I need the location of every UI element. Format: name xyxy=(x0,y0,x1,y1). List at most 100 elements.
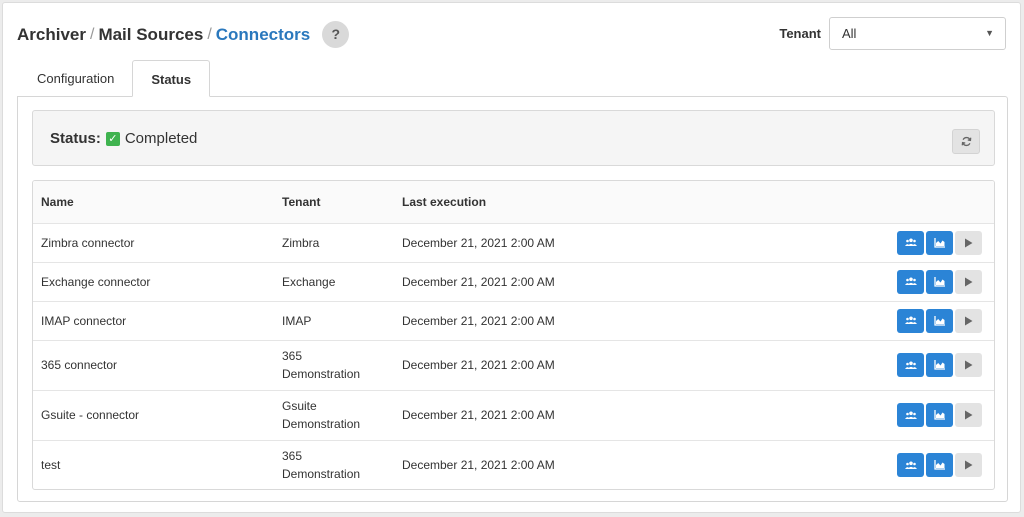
chart-button[interactable] xyxy=(926,453,953,478)
connector-last-execution: December 21, 2021 2:00 AM xyxy=(394,389,764,440)
table-row: test 365 Demonstration December 21, 2021 … xyxy=(33,439,994,489)
status-label: Status: xyxy=(50,130,101,147)
connector-name: Gsuite - connector xyxy=(33,389,274,440)
breadcrumb-separator: / xyxy=(89,25,95,43)
run-button[interactable] xyxy=(955,269,982,294)
users-icon xyxy=(904,277,917,285)
users-button[interactable] xyxy=(897,230,924,255)
run-button[interactable] xyxy=(955,453,982,478)
page-title: Connectors xyxy=(215,24,311,44)
tenant-name-line: Exchange xyxy=(282,274,336,289)
users-icon xyxy=(904,411,917,419)
tenant-select-value: All xyxy=(842,26,857,41)
play-icon xyxy=(965,460,973,470)
run-button[interactable] xyxy=(955,353,982,377)
column-header-actions xyxy=(764,181,994,223)
users-button[interactable] xyxy=(897,403,924,427)
help-button[interactable]: ? xyxy=(322,21,350,48)
chart-button[interactable] xyxy=(926,230,953,255)
connector-name: 365 connector xyxy=(33,339,274,390)
play-icon xyxy=(965,316,973,325)
status-value: Completed xyxy=(124,130,198,147)
tenant-select[interactable]: All ▼ xyxy=(829,17,1006,50)
refresh-icon xyxy=(961,136,971,147)
chart-icon xyxy=(934,315,945,326)
tab-status[interactable]: Status xyxy=(132,60,211,97)
chart-icon xyxy=(934,237,945,248)
tenant-name-line: 365 xyxy=(282,349,303,363)
connector-tenant: 365 Demonstration xyxy=(274,439,394,489)
chart-button[interactable] xyxy=(926,403,953,427)
column-header-tenant[interactable]: Tenant xyxy=(274,181,394,223)
connector-last-execution: December 21, 2021 2:00 AM xyxy=(394,439,764,489)
table-row: Zimbra connector Zimbra December 21, 202… xyxy=(33,222,994,262)
column-header-last-execution[interactable]: Last execution xyxy=(394,181,764,223)
row-actions xyxy=(763,389,994,440)
connector-name: Zimbra connector xyxy=(33,222,274,262)
chart-button[interactable] xyxy=(926,353,953,377)
tenant-filter-label: Tenant xyxy=(779,26,821,41)
connector-tenant: IMAP xyxy=(274,300,394,340)
caret-down-icon: ▼ xyxy=(985,28,994,38)
breadcrumb-mail-sources[interactable]: Mail Sources xyxy=(98,25,203,45)
breadcrumb-archiver[interactable]: Archiver xyxy=(17,25,86,45)
run-button[interactable] xyxy=(955,403,982,427)
connector-last-execution: December 21, 2021 2:00 AM xyxy=(394,222,764,262)
chart-icon xyxy=(934,276,945,287)
connector-last-execution: December 21, 2021 2:00 AM xyxy=(394,300,764,340)
connector-name: IMAP connector xyxy=(33,300,274,340)
row-actions xyxy=(763,222,994,262)
status-box: Status: ✓ Completed xyxy=(32,110,995,166)
run-button[interactable] xyxy=(955,230,982,255)
tenant-name-line: Demonstration xyxy=(282,367,361,381)
tenant-name-line: Demonstration xyxy=(282,417,361,431)
tab-bar: Configuration Status xyxy=(19,60,211,97)
table-row: Gsuite - connector Gsuite Demonstration D… xyxy=(33,389,994,440)
status-indicator: Status: ✓ Completed xyxy=(50,130,197,147)
column-header-name[interactable]: Name xyxy=(33,181,274,223)
play-icon xyxy=(965,238,973,247)
users-icon xyxy=(904,238,917,246)
users-button[interactable] xyxy=(897,308,924,333)
table-row: Exchange connector Exchange December 21,… xyxy=(33,261,994,301)
table-row: 365 connector 365 Demonstration December … xyxy=(33,339,994,390)
tab-configuration[interactable]: Configuration xyxy=(19,60,132,97)
users-button[interactable] xyxy=(897,269,924,294)
tenant-name-line: Zimbra xyxy=(282,235,320,250)
connector-name: test xyxy=(33,439,274,489)
tenant-name-line: 365 xyxy=(282,449,303,464)
chart-icon xyxy=(934,410,945,420)
connector-name: Exchange connector xyxy=(33,261,274,301)
chart-button[interactable] xyxy=(926,269,953,294)
row-actions xyxy=(763,339,994,390)
users-icon xyxy=(904,361,917,369)
play-icon xyxy=(965,277,973,286)
page: Archiver / Mail Sources / Connectors ? T… xyxy=(2,2,1021,513)
chart-icon xyxy=(934,360,945,370)
connector-last-execution: December 21, 2021 2:00 AM xyxy=(394,339,764,390)
status-panel: Status: ✓ Completed Name Tenant Last exe… xyxy=(17,96,1008,502)
refresh-button[interactable] xyxy=(952,129,980,154)
connector-tenant: Zimbra xyxy=(274,222,394,262)
connector-tenant: 365 Demonstration xyxy=(274,339,394,390)
tenant-name-line: Gsuite xyxy=(282,399,317,413)
tenant-name-line: Demonstration xyxy=(282,467,361,482)
chart-button[interactable] xyxy=(926,308,953,333)
connector-last-execution: December 21, 2021 2:00 AM xyxy=(394,261,764,301)
check-icon: ✓ xyxy=(105,131,120,146)
row-actions xyxy=(763,300,994,340)
chart-icon xyxy=(934,460,945,470)
breadcrumb-separator: / xyxy=(207,25,212,43)
row-actions xyxy=(763,261,994,301)
play-icon xyxy=(965,360,973,370)
connector-tenant: Gsuite Demonstration xyxy=(274,389,394,440)
users-button[interactable] xyxy=(897,353,924,377)
play-icon xyxy=(965,410,973,420)
users-icon xyxy=(904,461,917,469)
users-button[interactable] xyxy=(897,453,924,478)
row-actions xyxy=(763,439,994,489)
connectors-table: Name Tenant Last execution Zimbra connec… xyxy=(32,180,995,490)
connector-tenant: Exchange xyxy=(274,261,394,301)
users-icon xyxy=(904,316,917,324)
run-button[interactable] xyxy=(955,308,982,333)
